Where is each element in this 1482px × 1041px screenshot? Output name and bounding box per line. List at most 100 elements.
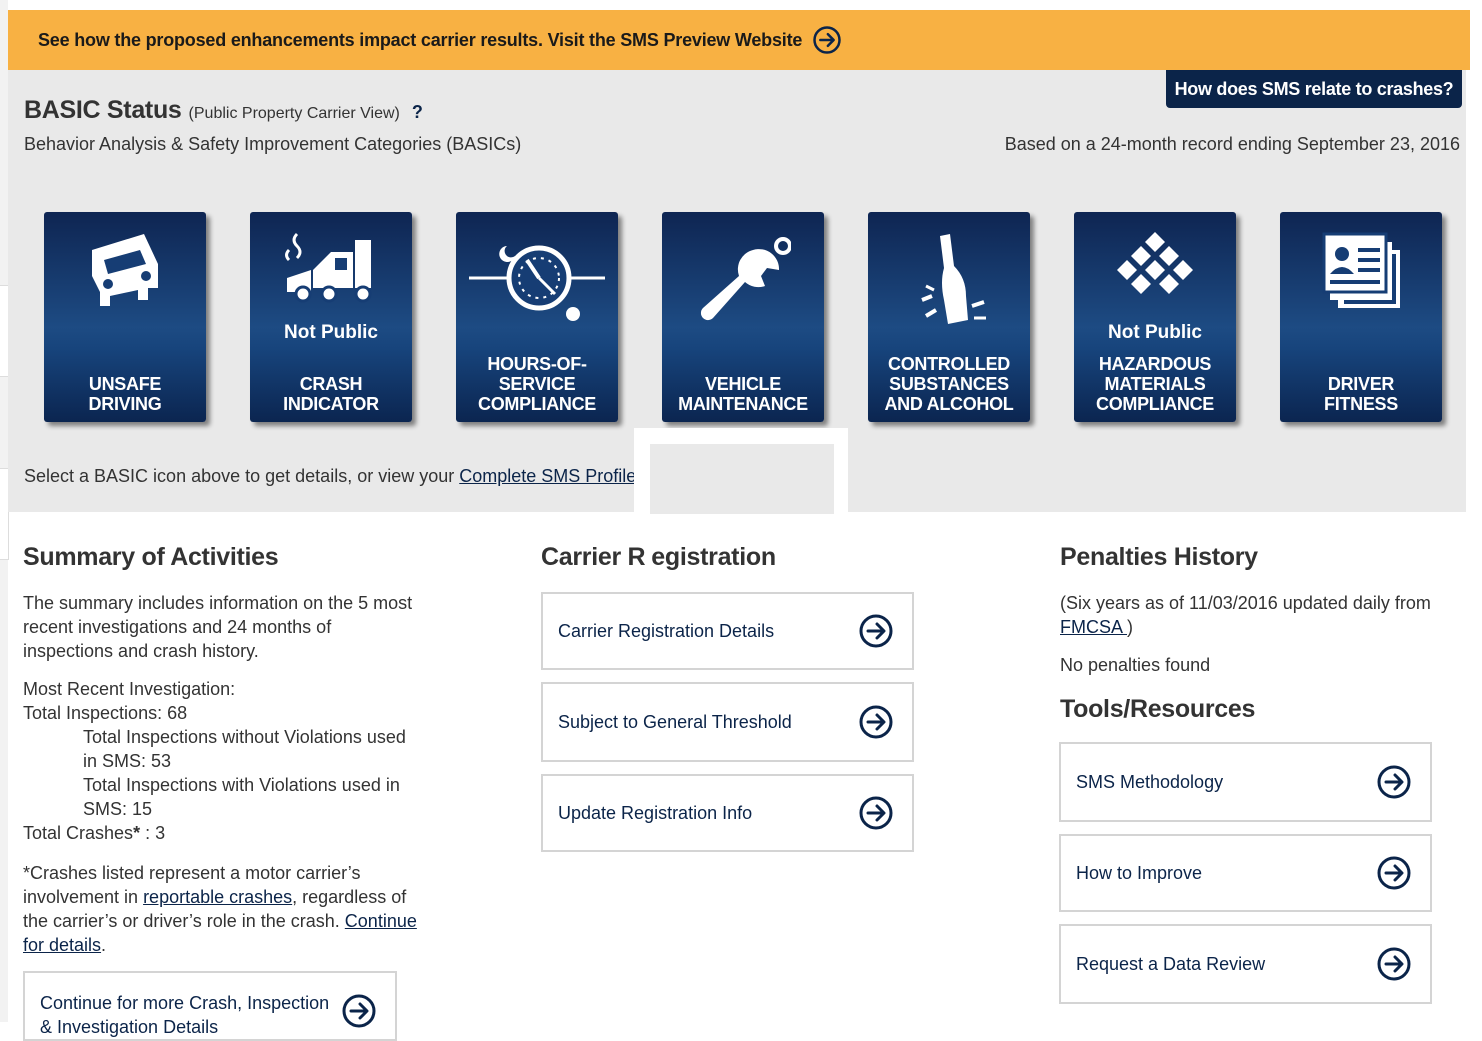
sms-methodology-link[interactable]: SMS Methodology	[1059, 742, 1432, 822]
tile-label: CRASH INDICATOR	[250, 374, 412, 414]
tile-label-line: CONTROLLED	[888, 354, 1010, 374]
tile-label: DRIVER FITNESS	[1280, 374, 1442, 414]
crash-note-text: .	[101, 935, 107, 955]
continue-details-line: & Investigation Details	[40, 1017, 219, 1037]
arrow-circle-right-icon[interactable]	[1376, 946, 1412, 982]
tile-hazardous-materials[interactable]: Not Public HAZARDOUS MATERIALS COMPLIANC…	[1074, 212, 1236, 422]
arrow-circle-right-icon[interactable]	[341, 993, 377, 1029]
arrow-circle-right-icon[interactable]	[1376, 855, 1412, 891]
carrier-registration-details-link[interactable]: Carrier Registration Details	[541, 592, 914, 670]
view-label: (Public Property Carrier View)	[188, 105, 400, 122]
summary-intro-line: recent investigations and 24 months of	[23, 617, 332, 637]
total-inspections: Total Inspections: 68	[23, 703, 188, 723]
left-edge	[0, 0, 9, 1022]
arrow-circle-right-icon[interactable]	[1376, 764, 1412, 800]
tile-controlled-substances[interactable]: CONTROLLED SUBSTANCES AND ALCOHOL	[868, 212, 1030, 422]
tile-label-line: VEHICLE	[705, 374, 781, 394]
inspections-without-violations-value: in SMS: 53	[83, 751, 172, 771]
registration-title: Carrier Registration	[541, 543, 776, 572]
preview-banner[interactable]: See how the proposed enhancements impact…	[8, 10, 1478, 70]
id-card-icon	[1322, 232, 1400, 308]
total-crashes: Total Crashes* : 3	[23, 821, 443, 845]
tile-label-line: COMPLIANCE	[478, 394, 596, 414]
link-label: SMS Methodology	[1076, 771, 1224, 792]
no-penalties-text: No penalties found	[1060, 655, 1211, 675]
hazmat-diamond-icon	[1117, 232, 1193, 294]
continue-details-label: Continue for more Crash, Inspection & In…	[40, 991, 329, 1039]
basic-status-heading: BASIC Status (Public Property Carrier Vi…	[24, 96, 423, 125]
tile-label-line: INDICATOR	[283, 394, 379, 414]
tile-label-line: COMPLIANCE	[1096, 394, 1214, 414]
inspections-with-violations-value: SMS: 15	[83, 799, 153, 819]
penalties-title: Penalties History	[1060, 543, 1258, 571]
tile-label-line: DRIVER	[1327, 374, 1395, 394]
continue-link[interactable]: Continue	[345, 911, 417, 931]
link-label: Request a Data Review	[1076, 953, 1266, 974]
reportable-crashes-link[interactable]: reportable crashes	[143, 887, 292, 907]
tile-not-public: Not Public	[284, 322, 378, 343]
arrow-circle-right-icon[interactable]	[858, 795, 894, 831]
arrow-circle-right-icon[interactable]	[812, 25, 842, 55]
tile-label-line: CRASH	[299, 374, 363, 394]
continue-details-line: Continue for more Crash, Inspection	[40, 993, 330, 1013]
truck-icon	[92, 234, 158, 306]
crash-note-line: *Crashes listed represent a motor carrie…	[23, 863, 361, 883]
registration-title-a: Carrier R	[541, 543, 646, 571]
select-basic-instruction: Select a BASIC icon above to get details…	[24, 466, 641, 487]
help-icon[interactable]: ?	[412, 102, 423, 123]
summary-title: Summary of Activities	[23, 543, 279, 571]
tile-label-line: HOURS-OF-	[487, 354, 587, 374]
recent-investigation-label: Most Recent Investigation:	[23, 679, 236, 699]
instruction-text: Select a BASIC icon above to get details…	[24, 466, 460, 486]
general-threshold-link[interactable]: Subject to General Threshold	[541, 682, 914, 762]
crash-note-text: the carrier’s or driver’s role in the cr…	[23, 911, 345, 931]
crash-note-text: , regardless of	[292, 887, 407, 907]
bottle-icon	[921, 234, 986, 324]
tile-vehicle-maintenance[interactable]: VEHICLE MAINTENANCE	[662, 212, 824, 422]
total-crashes-label: Total Crashes	[23, 823, 134, 843]
how-to-improve-link[interactable]: How to Improve	[1059, 834, 1432, 912]
summary-intro-line: The summary includes information on the …	[23, 593, 413, 613]
complete-sms-profile-link[interactable]: Complete SMS Profile	[459, 466, 636, 486]
sms-crashes-button[interactable]: How does SMS relate to crashes?	[1166, 70, 1462, 108]
penalties-note: (Six years as of 11/03/2016 updated dail…	[1060, 591, 1460, 639]
crash-note: *Crashes listed represent a motor carrie…	[23, 861, 443, 957]
summary-intro-line: inspections and crash history.	[23, 641, 259, 661]
tile-crash-indicator[interactable]: Not Public CRASH INDICATOR	[250, 212, 412, 422]
tools-title: Tools/Resources	[1060, 695, 1256, 723]
tile-label-line: AND ALCOHOL	[884, 394, 1014, 414]
tile-label-line: SUBSTANCES	[889, 374, 1009, 394]
tile-unsafe-driving[interactable]: UNSAFE DRIVING	[44, 212, 206, 422]
crash-note-line: the carrier’s or driver’s role in the cr…	[23, 909, 443, 933]
overlay-box-inner	[650, 444, 834, 514]
update-registration-link[interactable]: Update Registration Info	[541, 774, 914, 852]
clock-icon	[469, 245, 605, 321]
page-title: BASIC Status	[24, 96, 182, 124]
continue-details-button[interactable]: Continue for more Crash, Inspection & In…	[23, 971, 397, 1041]
data-review-link[interactable]: Request a Data Review	[1059, 924, 1432, 1004]
crash-icon	[285, 232, 372, 303]
inspections-with-violations: Total Inspections with Violations used i…	[83, 775, 400, 795]
tile-label-line: MAINTENANCE	[678, 394, 808, 414]
summary-intro: The summary includes information on the …	[23, 591, 443, 663]
fmcsa-link[interactable]: FMCSA	[1060, 617, 1127, 637]
link-label: How to Improve	[1076, 862, 1203, 883]
banner-text[interactable]: See how the proposed enhancements impact…	[38, 30, 802, 51]
tile-hours-of-service[interactable]: HOURS-OF- SERVICE COMPLIANCE	[456, 212, 618, 422]
crash-note-line: for details.	[23, 933, 443, 957]
arrow-circle-right-icon[interactable]	[858, 704, 894, 740]
total-crashes-value: : 3	[140, 823, 166, 843]
arrow-circle-right-icon[interactable]	[858, 613, 894, 649]
tile-label: HAZARDOUS MATERIALS COMPLIANCE	[1074, 354, 1236, 414]
tile-label: CONTROLLED SUBSTANCES AND ALCOHOL	[868, 354, 1030, 414]
basic-subtitle: Behavior Analysis & Safety Improvement C…	[24, 134, 522, 154]
right-edge	[1470, 0, 1482, 1022]
tile-label: VEHICLE MAINTENANCE	[662, 374, 824, 414]
for-details-link[interactable]: for details	[23, 935, 101, 955]
registration-title-b: egistration	[651, 543, 776, 571]
wrench-icon	[700, 237, 791, 321]
penalties-note-line: (Six years as of 11/03/2016 updated dail…	[1060, 593, 1431, 613]
tile-label: UNSAFE DRIVING	[44, 374, 206, 414]
penalties-note-line: FMCSA )	[1060, 615, 1460, 639]
tile-driver-fitness[interactable]: DRIVER FITNESS	[1280, 212, 1442, 422]
